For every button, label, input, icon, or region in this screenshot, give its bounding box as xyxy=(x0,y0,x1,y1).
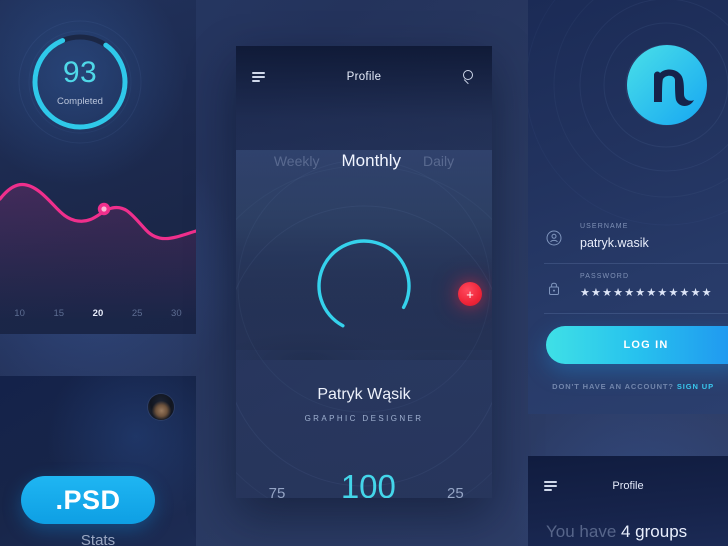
signup-row: DON'T HAVE AN ACCOUNT? SIGN UP xyxy=(528,382,728,391)
tab-daily[interactable]: Daily xyxy=(423,153,454,169)
avatar-ring xyxy=(317,239,411,333)
stat-pending: 25 Pending xyxy=(442,486,470,498)
login-button[interactable]: LOG IN xyxy=(546,326,728,364)
password-field[interactable]: PASSWORD ★★★★★★★★★★★★ xyxy=(544,268,728,314)
login-button-label: LOG IN xyxy=(623,339,669,351)
progress-ring: 93 Completed xyxy=(16,18,144,146)
wave-tick-active: 20 xyxy=(92,308,104,319)
signup-link[interactable]: SIGN UP xyxy=(677,382,714,391)
wave-tick: 25 xyxy=(131,308,143,319)
screen-root: 93 Completed 10 15 20 25 30 .PSD Stats P… xyxy=(0,0,728,546)
groups-message-highlight: 4 groups xyxy=(621,522,688,541)
password-label: PASSWORD xyxy=(580,273,630,280)
psd-badge[interactable]: .PSD xyxy=(21,476,155,524)
profile-avatar[interactable] xyxy=(316,238,412,334)
wave-tick: 30 xyxy=(171,308,182,319)
user-circle-icon xyxy=(546,230,562,246)
tab-weekly[interactable]: Weekly xyxy=(274,153,320,169)
wave-chart: 10 15 20 25 30 xyxy=(0,175,196,334)
groups-panel: Profile You have 4 groups xyxy=(528,456,728,546)
password-value: ★★★★★★★★★★★★ xyxy=(580,287,713,299)
tab-bar: Weekly Monthly Daily xyxy=(236,151,492,171)
search-icon[interactable] xyxy=(462,70,476,84)
page-title: Profile xyxy=(612,480,644,492)
profile-stats: 75 Completed 100 Total 25 Pending xyxy=(236,470,492,498)
stat-total: 100 Total xyxy=(341,470,396,498)
signup-prompt: DON'T HAVE AN ACCOUNT? xyxy=(552,382,677,391)
profile-card: Profile Weekly Monthly Daily + Patryk Wą… xyxy=(236,46,492,498)
groups-message-prefix: You have xyxy=(546,522,621,541)
profile-name: Patryk Wąsik xyxy=(317,386,411,403)
stat-value: 75 xyxy=(268,485,286,498)
plus-icon: + xyxy=(466,286,474,302)
psd-panel: .PSD Stats xyxy=(0,376,196,546)
card-header: Profile xyxy=(236,60,492,94)
username-value: patryk.wasik xyxy=(580,236,649,250)
stat-value: 100 xyxy=(340,468,396,498)
username-field[interactable]: USERNAME patryk.wasik xyxy=(544,218,728,264)
stat-value: 25 xyxy=(447,485,464,498)
page-title: Profile xyxy=(346,71,382,83)
app-logo xyxy=(624,42,710,128)
lock-icon xyxy=(549,282,559,295)
groups-message: You have 4 groups xyxy=(528,522,728,542)
username-label: USERNAME xyxy=(580,223,629,230)
login-panel: USERNAME patryk.wasik PASSWORD ★★★★★★★★★… xyxy=(528,0,728,414)
avatar xyxy=(148,394,174,420)
wave-tick: 15 xyxy=(53,308,65,319)
progress-value: 93 xyxy=(62,55,98,89)
groups-header: Profile xyxy=(528,476,728,496)
profile-role: GRAPHIC DESIGNER xyxy=(304,414,424,423)
hamburger-icon[interactable] xyxy=(544,481,558,491)
progress-stats-panel: 93 Completed 10 15 20 25 30 xyxy=(0,0,196,334)
psd-badge-label: .PSD xyxy=(55,484,121,515)
tab-monthly[interactable]: Monthly xyxy=(342,151,402,171)
wave-axis: 10 15 20 25 30 xyxy=(0,308,196,319)
psd-caption: Stats xyxy=(80,532,116,546)
progress-ring-center: 93 Completed xyxy=(16,18,144,146)
add-button[interactable]: + xyxy=(458,282,482,306)
stat-completed: 75 Completed xyxy=(259,486,295,498)
progress-label: Completed xyxy=(57,95,103,107)
hamburger-icon[interactable] xyxy=(252,72,266,82)
wave-tick: 10 xyxy=(14,308,25,319)
